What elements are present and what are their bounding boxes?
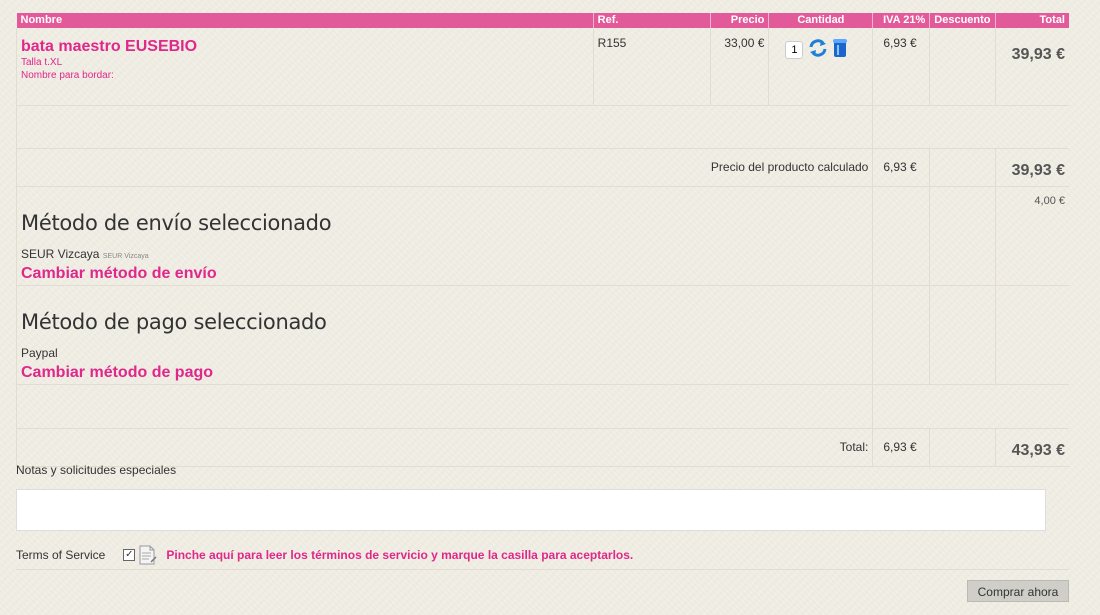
- col-header-ref: Ref.: [593, 13, 712, 28]
- payment-row: Método de pago seleccionado Paypal Cambi…: [15, 285, 1069, 385]
- shipping-title: Método de envío seleccionado: [21, 210, 332, 235]
- cart-header-row: Nombre Ref. Precio Cantidad IVA 21% Desc…: [16, 13, 1069, 28]
- spacer-cell-right: [872, 105, 1069, 149]
- document-icon[interactable]: [139, 545, 157, 565]
- product-total: 39,93 €: [1011, 46, 1065, 63]
- payment-cell: Método de pago seleccionado Paypal Cambi…: [15, 285, 874, 385]
- tos-label: Terms of Service: [16, 548, 106, 562]
- product-ref: R155: [593, 28, 712, 106]
- shipping-row: Método de envío seleccionado SEUR Vizcay…: [15, 186, 1069, 286]
- change-shipping-link[interactable]: Cambiar método de envío: [21, 265, 868, 283]
- grand-total-tax: 6,93 €: [872, 428, 931, 467]
- product-size: Talla t.XL: [21, 57, 63, 68]
- shipping-cost: 4,00 €: [995, 186, 1069, 286]
- spacer-cell: [15, 105, 874, 149]
- calc-discount: [929, 148, 996, 187]
- tos-checkbox[interactable]: ✓: [123, 549, 136, 561]
- grand-total-cell: 43,93 €: [995, 428, 1069, 467]
- change-payment-link[interactable]: Cambiar método de pago: [21, 364, 868, 382]
- divider: [16, 569, 1069, 570]
- product-discount: [929, 28, 996, 106]
- shipping-method-small: SEUR Vizcaya: [102, 252, 149, 260]
- grand-total-discount: [929, 428, 996, 467]
- payment-title: Método de pago seleccionado: [21, 309, 327, 334]
- calc-total-cell: 39,93 €: [995, 148, 1069, 187]
- product-tax: 6,93 €: [872, 28, 931, 106]
- calc-total: 39,93 €: [1011, 162, 1065, 179]
- payment-method: Paypal: [21, 345, 58, 360]
- calc-tax: 6,93 €: [872, 148, 931, 187]
- cart-table: Nombre Ref. Precio Cantidad IVA 21% Desc…: [15, 13, 1069, 467]
- grand-total-row: Total: 6,93 € 43,93 €: [15, 428, 1069, 467]
- spacer-cell-2: [15, 384, 874, 429]
- notes-label: Notas y solicitudes especiales: [16, 463, 177, 477]
- quantity-input[interactable]: [785, 40, 804, 59]
- shipping-cell: Método de envío seleccionado SEUR Vizcay…: [15, 186, 874, 286]
- calc-label: Precio del producto calculado: [15, 148, 874, 187]
- col-header-qty: Cantidad: [768, 13, 874, 28]
- calc-row: Precio del producto calculado 6,93 € 39,…: [15, 148, 1069, 187]
- product-total-cell: 39,93 €: [995, 28, 1069, 106]
- col-header-name: Nombre: [16, 13, 594, 28]
- product-row: bata maestro EUSEBIO Talla t.XL Nombre p…: [16, 28, 1069, 106]
- payment-discount: [929, 285, 996, 385]
- shipping-discount: [929, 186, 996, 286]
- payment-tax: [872, 285, 931, 385]
- trash-icon[interactable]: [833, 38, 848, 61]
- product-cell: bata maestro EUSEBIO Talla t.XL Nombre p…: [16, 28, 594, 106]
- product-name-link[interactable]: bata maestro EUSEBIO: [21, 38, 589, 56]
- col-header-tax: IVA 21%: [872, 13, 931, 28]
- col-header-total: Total: [995, 13, 1069, 28]
- shipping-method: SEUR Vizcaya SEUR Vizcaya: [21, 246, 149, 261]
- refresh-icon[interactable]: [808, 38, 828, 61]
- grand-total: 43,93 €: [1011, 442, 1065, 459]
- buy-now-button[interactable]: Comprar ahora: [967, 580, 1069, 602]
- spacer-cell-2-right: [872, 384, 1069, 429]
- payment-total: [995, 285, 1069, 385]
- product-embroidery: Nombre para bordar:: [21, 70, 114, 81]
- spacer-row-2: [15, 384, 1069, 429]
- spacer-row: [15, 105, 1069, 149]
- grand-total-label: Total:: [15, 428, 874, 467]
- notes-textarea[interactable]: [16, 489, 1046, 531]
- tos-link[interactable]: Pinche aquí para leer los términos de se…: [166, 548, 633, 562]
- tos-row: Terms of Service ✓ Pinche aquí para leer…: [16, 545, 633, 565]
- col-header-discount: Descuento: [929, 13, 996, 28]
- shipping-tax: [872, 186, 931, 286]
- col-header-price: Precio: [710, 13, 770, 28]
- product-qty-cell: [768, 28, 874, 106]
- product-price: 33,00 €: [710, 28, 770, 106]
